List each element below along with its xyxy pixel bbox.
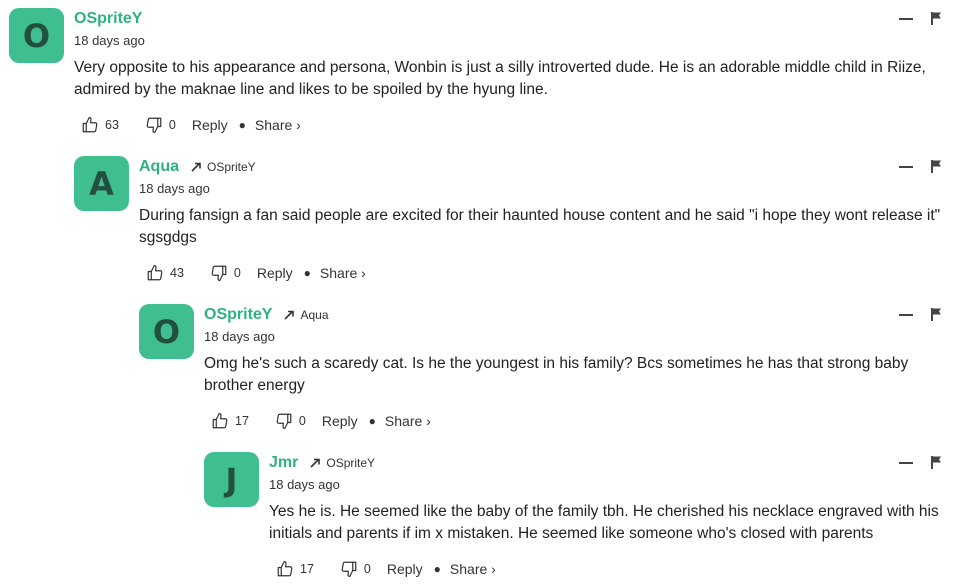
collapse-button[interactable] <box>899 461 913 464</box>
comment-author[interactable]: OSpriteY <box>74 10 142 28</box>
reply-button[interactable]: Reply <box>192 117 228 133</box>
separator-dot: ● <box>303 266 311 280</box>
thumbs-down-icon <box>146 117 162 134</box>
avatar[interactable]: J <box>204 452 259 507</box>
flag-icon[interactable] <box>931 308 942 321</box>
collapse-button[interactable] <box>899 17 913 20</box>
separator-dot: ● <box>238 118 246 132</box>
thumbs-up-icon <box>147 264 163 281</box>
upvote-button[interactable]: 17 <box>211 412 249 430</box>
downvote-count: 0 <box>298 414 306 428</box>
thumbs-up-icon <box>277 560 293 577</box>
thumbs-down-icon <box>341 561 357 578</box>
avatar[interactable]: A <box>74 156 129 211</box>
upvote-count: 17 <box>235 414 249 428</box>
comment-timestamp: 18 days ago <box>74 33 145 48</box>
upvote-button[interactable]: 63 <box>81 116 119 134</box>
downvote-button[interactable]: 0 <box>145 116 176 134</box>
downvote-count: 0 <box>363 562 371 576</box>
reply-to-author: OSpriteY <box>326 456 376 470</box>
comment-author[interactable]: OSpriteY <box>204 306 272 324</box>
reply-button[interactable]: Reply <box>387 561 423 577</box>
separator-dot: ● <box>368 414 376 428</box>
share-button[interactable]: Share › <box>385 413 431 429</box>
downvote-button[interactable]: 0 <box>340 560 371 578</box>
downvote-count: 0 <box>168 118 176 132</box>
collapse-button[interactable] <box>899 313 913 316</box>
thumbs-down-icon <box>211 265 227 282</box>
comment-timestamp: 18 days ago <box>204 329 275 344</box>
comment-author[interactable]: Aqua <box>139 158 179 176</box>
share-button[interactable]: Share › <box>320 265 366 281</box>
downvote-count: 0 <box>233 266 241 280</box>
comment-timestamp: 18 days ago <box>139 181 210 196</box>
comment-author[interactable]: Jmr <box>269 454 298 472</box>
reply-button[interactable]: Reply <box>322 413 358 429</box>
flag-icon[interactable] <box>931 160 942 173</box>
comment-text: During fansign a fan said people are exc… <box>139 207 941 246</box>
reply-to-label[interactable]: OSpriteY <box>191 160 256 174</box>
reply-to-label[interactable]: OSpriteY <box>310 456 375 470</box>
avatar[interactable]: O <box>139 304 194 359</box>
reply-arrow-icon <box>191 162 201 172</box>
comment-text: Yes he is. He seemed like the baby of th… <box>269 503 939 542</box>
reply-arrow-icon <box>310 458 321 468</box>
upvote-count: 43 <box>170 266 184 280</box>
comment-text: Omg he's such a scaredy cat. Is he the y… <box>204 355 909 394</box>
upvote-count: 17 <box>300 562 314 576</box>
comment-timestamp: 18 days ago <box>269 477 340 492</box>
thumbs-up-icon <box>212 412 228 429</box>
separator-dot: ● <box>433 562 441 576</box>
reply-to-author: OSpriteY <box>207 160 256 174</box>
collapse-button[interactable] <box>899 165 913 168</box>
thumbs-up-icon <box>82 116 98 133</box>
reply-to-author: Aqua <box>300 308 329 322</box>
thumbs-down-icon <box>276 413 292 430</box>
share-button[interactable]: Share › <box>450 561 496 577</box>
upvote-button[interactable]: 17 <box>276 560 314 578</box>
flag-icon[interactable] <box>931 12 942 25</box>
avatar[interactable]: O <box>9 8 64 63</box>
comment-text: Very opposite to his appearance and pers… <box>74 59 926 98</box>
upvote-button[interactable]: 43 <box>146 264 184 282</box>
flag-icon[interactable] <box>931 456 942 469</box>
downvote-button[interactable]: 0 <box>275 412 306 430</box>
reply-button[interactable]: Reply <box>257 265 293 281</box>
reply-to-label[interactable]: Aqua <box>284 308 329 322</box>
share-button[interactable]: Share › <box>255 117 301 133</box>
reply-arrow-icon <box>284 310 295 320</box>
upvote-count: 63 <box>105 118 119 132</box>
downvote-button[interactable]: 0 <box>210 264 241 282</box>
